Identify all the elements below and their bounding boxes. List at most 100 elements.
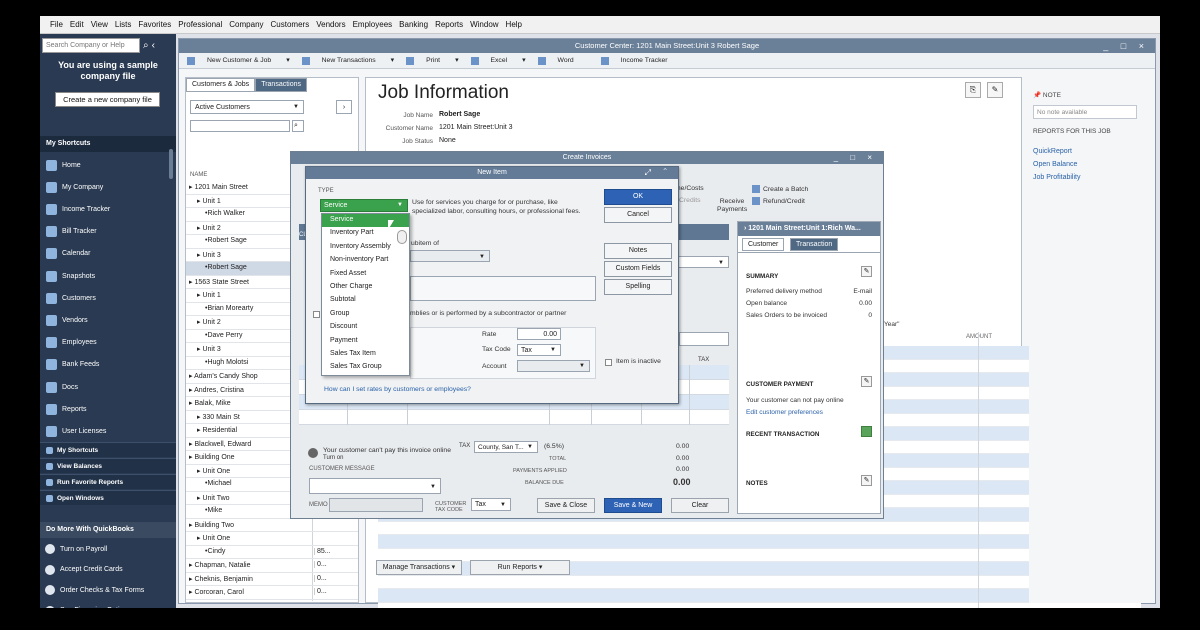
ok-button[interactable]: OK [604, 189, 672, 205]
note-box[interactable]: No note available [1033, 105, 1137, 119]
receive-payments-button[interactable]: Receive Payments [717, 198, 747, 214]
sidebar-item-home[interactable]: Home [40, 154, 170, 176]
open-balance-link[interactable]: Open Balance [1033, 161, 1077, 168]
table-row[interactable]: •Cindy 85... [186, 546, 358, 559]
sidebar-item-calendar[interactable]: Calendar [40, 243, 170, 265]
table-row[interactable]: ▸ Chapman, Natalie 0... [186, 559, 358, 573]
cancel-button[interactable]: Cancel [604, 207, 672, 223]
customer-search-icon[interactable]: ⌕ [292, 120, 304, 132]
toolbar-new-transactions[interactable]: New Transactions ▾ [301, 56, 394, 65]
add-transaction-icon[interactable] [861, 426, 872, 437]
more-item-2[interactable]: Order Checks & Tax Forms [40, 580, 176, 600]
table-row[interactable]: ▸ Building Two [186, 519, 358, 532]
create-company-button[interactable]: Create a new company file [55, 92, 160, 107]
customer-message-select[interactable]: ▼ [309, 478, 441, 494]
refund-credit-button[interactable]: Refund/Credit [752, 197, 805, 205]
sidebar-item-snapshots[interactable]: Snapshots [40, 265, 170, 287]
menu-item-window[interactable]: Window [470, 20, 498, 29]
custom-fields-button[interactable]: Custom Fields [604, 261, 672, 277]
tab-transactions[interactable]: Transactions [255, 78, 307, 92]
customer-filter-select[interactable]: Active Customers ▼ [190, 100, 304, 114]
menu-item-company[interactable]: Company [229, 20, 263, 29]
type-option-inventory-part[interactable]: Inventory Part [322, 227, 409, 240]
type-option-other-charge[interactable]: Other Charge [322, 281, 409, 294]
subcontractor-checkbox[interactable] [313, 311, 320, 318]
menu-item-banking[interactable]: Banking [399, 20, 428, 29]
memo-input[interactable] [329, 498, 423, 512]
sidebar-item-docs[interactable]: Docs [40, 376, 170, 398]
sidebar-button-run-favorite-reports[interactable]: Run Favorite Reports [40, 474, 176, 489]
table-row[interactable]: ▸ Corcoran, Carol 0... [186, 586, 358, 600]
sidebar-item-my-company[interactable]: My Company [40, 176, 170, 198]
sidebar-button-my-shortcuts[interactable]: My Shortcuts [40, 442, 176, 457]
run-reports-button[interactable]: Run Reports ▾ [470, 560, 570, 575]
job-profitability-link[interactable]: Job Profitability [1033, 174, 1080, 181]
type-option-subtotal[interactable]: Subtotal [322, 294, 409, 307]
menu-item-employees[interactable]: Employees [353, 20, 393, 29]
subitem-select[interactable]: ▼ [410, 250, 490, 262]
more-item-1[interactable]: Accept Credit Cards [40, 560, 176, 580]
credits-button[interactable]: Credits [679, 197, 701, 204]
edit-icon[interactable]: ✎ [987, 82, 1003, 98]
tax-item-select[interactable]: County, San T... ▼ [474, 441, 538, 453]
sidebar-scrollbar[interactable] [169, 149, 173, 179]
rate-input[interactable]: 0.00 [517, 328, 561, 340]
customer-tax-code-select[interactable]: Tax ▼ [471, 498, 511, 511]
clear-button[interactable]: Clear [671, 498, 729, 513]
menu-item-view[interactable]: View [91, 20, 108, 29]
chevron-left-icon[interactable]: ‹ [152, 40, 155, 51]
tab-transaction[interactable]: Transaction [790, 238, 839, 251]
menu-item-customers[interactable]: Customers [271, 20, 310, 29]
sidebar-item-vendors[interactable]: Vendors [40, 309, 170, 331]
type-option-discount[interactable]: Discount [322, 321, 409, 334]
tab-customers-jobs[interactable]: Customers & Jobs [186, 78, 256, 92]
more-item-3[interactable]: See Financing Options [40, 601, 176, 608]
table-row[interactable]: ▸ Unit One [186, 532, 358, 546]
item-name-input[interactable] [410, 276, 596, 301]
toolbar-print[interactable]: Print ▾ [406, 56, 459, 65]
customer-search-input[interactable] [190, 120, 290, 132]
sidebar-item-reports[interactable]: Reports [40, 398, 170, 420]
tab-customer[interactable]: Customer [742, 238, 785, 251]
inactive-checkbox[interactable] [605, 359, 612, 366]
edit-preferences-link[interactable]: Edit customer preferences [746, 409, 823, 416]
time-costs-button[interactable]: me/Costs [675, 185, 704, 192]
search-icon[interactable]: ⌕ [143, 40, 149, 51]
more-item-0[interactable]: Turn on Payroll [40, 539, 176, 559]
toolbar-income-tracker[interactable]: Income Tracker [600, 56, 683, 65]
turn-on-link[interactable]: Turn on [323, 455, 343, 461]
create-batch-button[interactable]: Create a Batch [752, 185, 808, 193]
menu-item-vendors[interactable]: Vendors [316, 20, 345, 29]
sidebar-button-open-windows[interactable]: Open Windows [40, 490, 176, 505]
search-input[interactable]: Search Company or Help [42, 37, 140, 53]
rates-help-link[interactable]: How can I set rates by customers or empl… [324, 386, 471, 393]
list-scrollbar[interactable] [397, 230, 407, 244]
edit-payment-icon[interactable]: ✎ [861, 376, 872, 387]
type-option-sales-tax-group[interactable]: Sales Tax Group [322, 361, 409, 374]
toolbar-word[interactable]: Word [537, 56, 589, 65]
toolbar-excel[interactable]: Excel ▾ [470, 56, 526, 65]
type-option-sales-tax-item[interactable]: Sales Tax Item [322, 348, 409, 361]
new-item-controls-icon[interactable]: ⤢ ⌃ [645, 167, 672, 179]
invoice-window-controls-icon[interactable]: _ □ × [834, 152, 877, 164]
menu-item-favorites[interactable]: Favorites [138, 20, 171, 29]
table-row[interactable]: ▸ Cheknis, Benjamin 0... [186, 573, 358, 586]
type-option-fixed-asset[interactable]: Fixed Asset [322, 268, 409, 281]
edit-summary-icon[interactable]: ✎ [861, 266, 872, 277]
sidebar-item-bill-tracker[interactable]: Bill Tracker [40, 221, 170, 243]
menu-item-help[interactable]: Help [506, 20, 522, 29]
spelling-button[interactable]: Spelling [604, 279, 672, 295]
menu-item-lists[interactable]: Lists [115, 20, 131, 29]
type-option-group[interactable]: Group [322, 308, 409, 321]
type-select[interactable]: Service ▼ [320, 199, 408, 212]
menu-item-edit[interactable]: Edit [70, 20, 84, 29]
menu-item-professional[interactable]: Professional [178, 20, 222, 29]
type-option-inventory-assembly[interactable]: Inventory Assembly [322, 241, 409, 254]
manage-transactions-button[interactable]: Manage Transactions ▾ [376, 560, 462, 575]
save-close-button[interactable]: Save & Close [537, 498, 595, 513]
menu-item-reports[interactable]: Reports [435, 20, 463, 29]
sidebar-item-employees[interactable]: Employees [40, 332, 170, 354]
window-controls-icon[interactable]: _ □ × [1103, 39, 1149, 53]
sidebar-item-user-licenses[interactable]: User Licenses [40, 420, 170, 442]
tax-code-select[interactable]: Tax ▼ [517, 344, 561, 356]
